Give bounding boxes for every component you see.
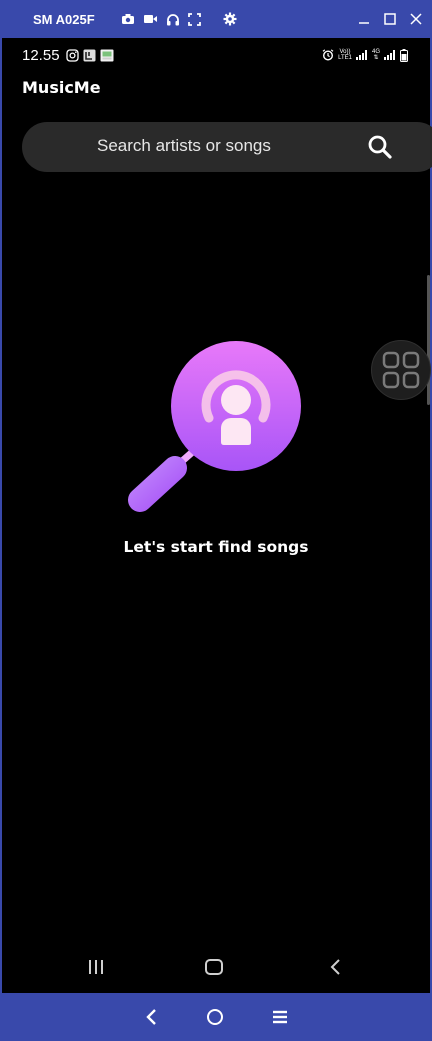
host-menu-icon[interactable] — [270, 1007, 290, 1027]
empty-state-message: Let's start find songs — [123, 538, 309, 556]
recents-icon[interactable] — [86, 957, 106, 977]
close-icon[interactable] — [410, 13, 422, 25]
app-title: MusicMe — [22, 78, 101, 97]
host-home-icon[interactable] — [205, 1007, 225, 1027]
search-input[interactable]: Search artists or songs — [97, 136, 271, 156]
scrollbar[interactable] — [427, 275, 430, 405]
search-podcast-icon — [128, 341, 301, 512]
window-controls — [358, 0, 422, 38]
search-icon[interactable] — [367, 134, 393, 160]
maximize-icon[interactable] — [384, 13, 396, 25]
home-icon[interactable] — [204, 957, 224, 977]
status-bar: 12.55 Vo)) LTE1 4G ⇅ — [2, 38, 430, 72]
device-name: SM A025F — [33, 11, 95, 27]
instagram-icon — [65, 48, 79, 62]
settings-icon[interactable] — [223, 12, 237, 26]
host-nav-bar — [0, 993, 432, 1041]
back-icon[interactable] — [326, 957, 346, 977]
app-icon — [83, 49, 96, 61]
grid-icon — [382, 351, 420, 389]
network-type: 4G ⇅ — [371, 49, 380, 61]
android-nav-bar — [2, 945, 430, 991]
headphones-icon[interactable] — [166, 13, 180, 26]
volte-indicator: Vo)) LTE1 — [338, 49, 352, 61]
battery-icon — [400, 48, 408, 62]
minimize-icon[interactable] — [358, 13, 370, 25]
status-time: 12.55 — [22, 46, 60, 64]
signal-icon-2 — [384, 50, 395, 60]
window-titlebar: SM A025F — [0, 0, 432, 38]
frame-border-left — [0, 38, 2, 993]
alarm-icon — [322, 49, 334, 61]
camera-icon[interactable] — [121, 13, 135, 25]
host-back-icon[interactable] — [142, 1007, 162, 1027]
search-bar[interactable]: Search artists or songs — [22, 122, 432, 172]
signal-icon — [355, 50, 367, 60]
image-icon — [100, 49, 114, 61]
data-arrows-icon: ⇅ — [373, 55, 379, 61]
window-toolbar — [121, 12, 237, 26]
floating-assistant-button[interactable] — [371, 340, 431, 400]
video-icon[interactable] — [143, 13, 158, 25]
fullscreen-icon[interactable] — [188, 12, 201, 26]
